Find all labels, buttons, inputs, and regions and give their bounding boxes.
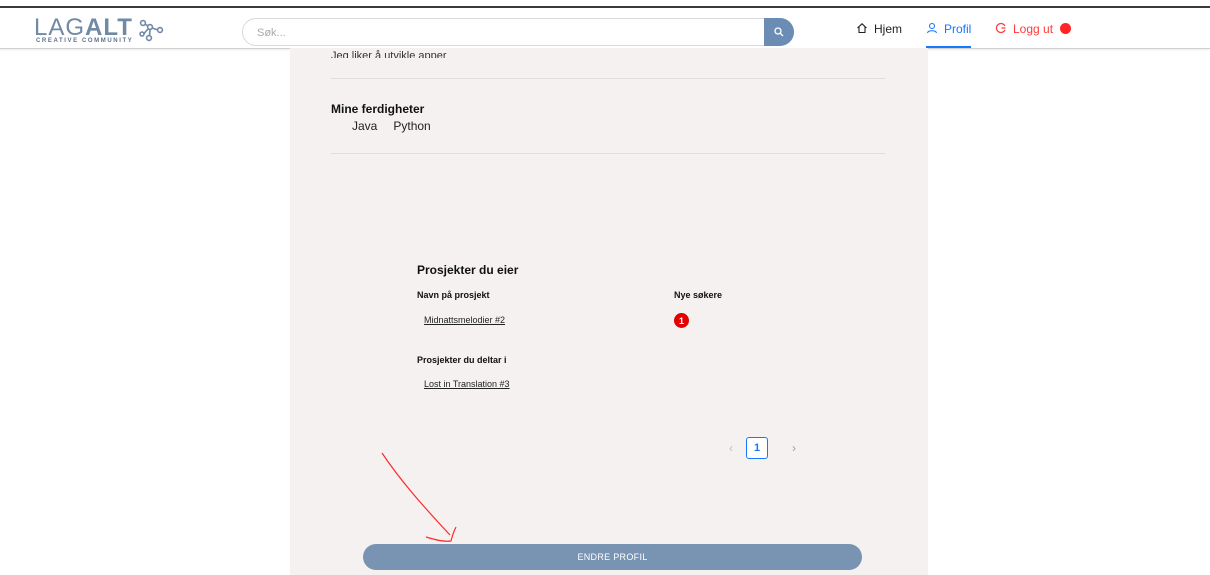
skills-heading: Mine ferdigheter	[331, 102, 425, 116]
pagination-page-1[interactable]: 1	[746, 437, 768, 459]
search-button[interactable]	[764, 18, 794, 46]
logo-subtitle: CREATIVE COMMUNITY	[36, 38, 134, 44]
owned-project-link[interactable]: Midnattsmelodier #2	[424, 315, 505, 325]
logo-text: LAGALT	[34, 14, 133, 41]
top-navbar: LAGALT CREATIVE COMMUNITY Hjem	[0, 8, 1210, 49]
pagination-prev-button[interactable]: ‹	[724, 437, 738, 459]
search-input[interactable]	[255, 23, 759, 43]
divider	[331, 78, 885, 79]
search-icon	[774, 27, 784, 37]
network-icon	[139, 19, 164, 42]
nav-logout-label: Logg ut	[1013, 22, 1054, 36]
skill-item: Python	[393, 119, 431, 133]
search-bar	[242, 18, 794, 46]
column-header-project-name: Navn på prosjekt	[417, 290, 490, 300]
skills-list: Java Python	[352, 119, 431, 133]
nav-profile[interactable]: Profil	[926, 22, 972, 48]
participating-projects-heading: Prosjekter du deltar i	[417, 355, 507, 365]
participating-project-link[interactable]: Lost in Translation #3	[424, 379, 510, 389]
column-header-new-applicants: Nye søkere	[674, 290, 723, 300]
logout-icon	[995, 22, 1006, 34]
home-icon	[857, 23, 867, 34]
divider	[331, 153, 885, 154]
nav-profile-label: Profil	[944, 22, 972, 36]
avatar	[1060, 23, 1072, 34]
nav-logout[interactable]: Logg ut	[995, 22, 1072, 52]
nav-home-label: Hjem	[874, 22, 903, 36]
user-icon	[926, 22, 938, 34]
owned-projects-heading: Prosjekter du eier	[417, 263, 519, 277]
red-arrow-annotation	[381, 452, 457, 542]
skill-item: Java	[352, 119, 378, 133]
pagination-next-button[interactable]: ›	[787, 437, 801, 459]
window-top-border	[0, 0, 1210, 8]
lagalt-logo[interactable]: LAGALT CREATIVE COMMUNITY	[34, 16, 184, 50]
about-text: Jeg liker å utvikle apper	[331, 50, 447, 58]
edit-profile-button[interactable]: ENDRE PROFIL	[363, 544, 862, 570]
new-applicants-badge: 1	[674, 313, 689, 328]
